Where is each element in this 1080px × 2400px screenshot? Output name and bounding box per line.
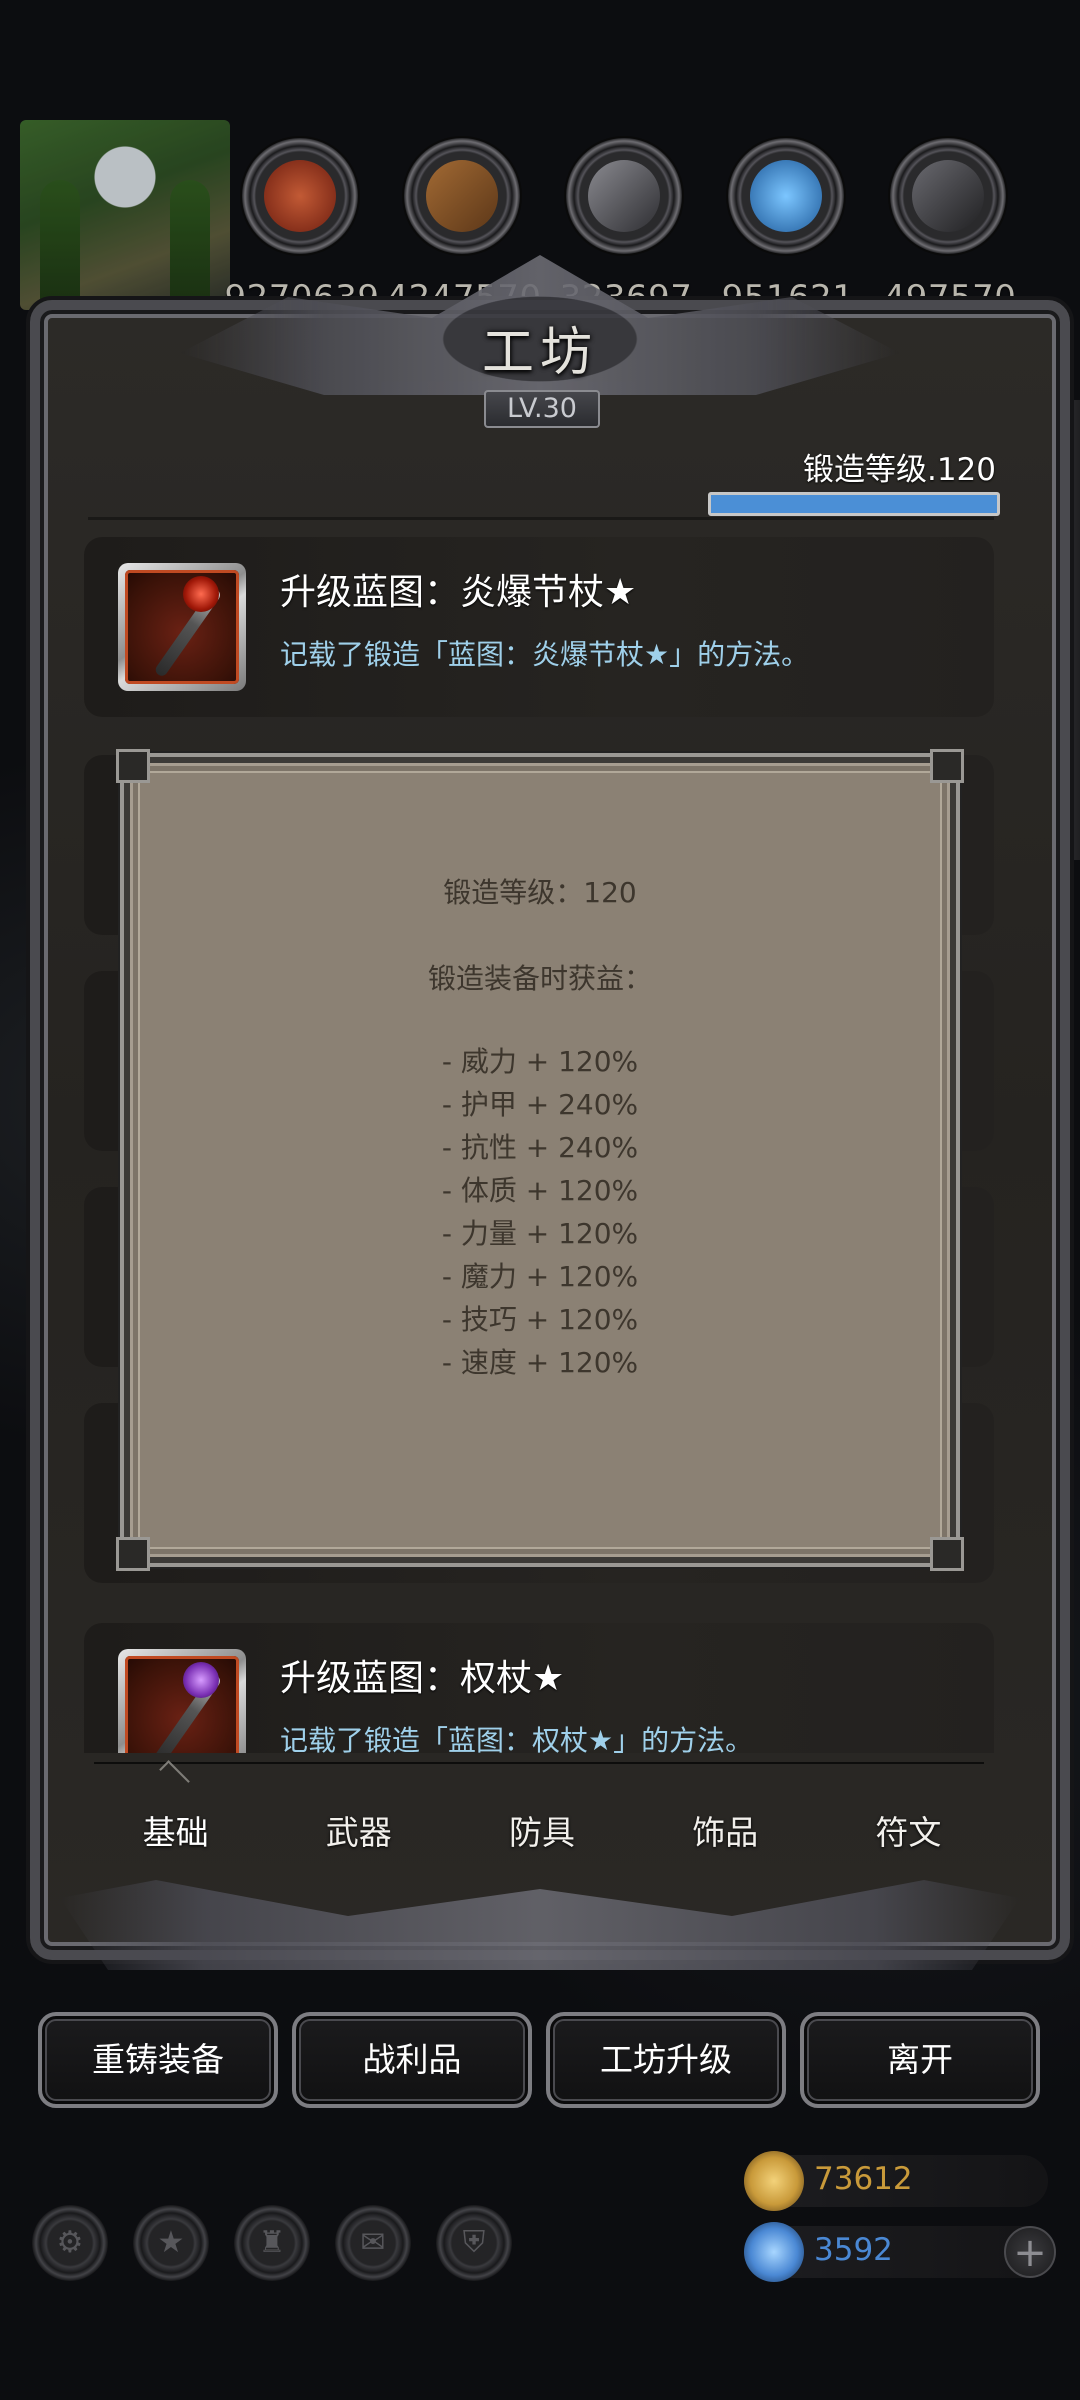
forge-level-tooltip: 锻造等级：120 锻造装备时获益： - 威力 + 120% - 护甲 + 240… [116,749,964,1571]
resource-slot-crystal: 951621 [722,138,854,318]
gem-counter: 3592 [744,2222,1048,2282]
loot-button[interactable]: 战利品 [292,2012,532,2108]
tooltip-corner [116,749,150,783]
tabs-divider [94,1762,984,1764]
tooltip-corner [116,1537,150,1571]
add-currency-button[interactable]: + [1004,2226,1056,2278]
forge-level-label: 锻造等级.120 [802,452,996,488]
divider [88,517,994,520]
tab-accessories[interactable]: 饰品 [634,1806,817,1866]
bonus-row: - 速度 + 120% [441,1346,639,1379]
iron-ingot-icon [588,160,660,232]
guild-icon[interactable]: ♜ [234,2205,310,2281]
item-description: 记载了锻造「蓝图：权杖★」的方法。 [280,1724,754,1753]
frame-ornament-bottom [60,1880,1020,1970]
leave-button[interactable]: 离开 [800,2012,1040,2108]
mail-icon[interactable]: ✉ [335,2205,411,2281]
list-item[interactable]: 升级蓝图：炎爆节杖★ 记载了锻造「蓝图：炎爆节杖★」的方法。 [84,537,994,717]
shield-icon[interactable]: ⛨ [436,2205,512,2281]
tooltip-gain-header: 锻造装备时获益： [427,962,652,995]
bonus-row: - 抗性 + 240% [441,1131,639,1164]
bonus-row: - 体质 + 120% [441,1174,639,1207]
bonus-row: - 力量 + 120% [441,1217,639,1250]
list-item[interactable]: 升级蓝图：权杖★ 记载了锻造「蓝图：权杖★」的方法。 [84,1623,994,1753]
dark-ore-icon [912,160,984,232]
item-name: 升级蓝图：权杖★ [280,1658,565,1699]
tab-armor[interactable]: 防具 [450,1806,633,1866]
forge-progress-bar [708,492,1000,516]
zone-thumbnail[interactable] [20,120,230,310]
resource-slot-ore: 497570 [884,138,1016,318]
star-icon[interactable]: ★ [133,2205,209,2281]
resource-slot-leather: 9270639 [225,138,379,318]
workshop-upgrade-button[interactable]: 工坊升级 [546,2012,786,2108]
staff-icon [118,1649,246,1753]
recast-equipment-button[interactable]: 重铸装备 [38,2012,278,2108]
tooltip-body: 锻造等级：120 锻造装备时获益： - 威力 + 120% - 护甲 + 240… [130,871,950,1384]
bonus-row: - 魔力 + 120% [441,1260,639,1293]
gold-scroll-icon [744,2151,804,2211]
forge-progress-fill [711,495,997,513]
wood-plank-icon [426,160,498,232]
blue-crystal-icon [750,160,822,232]
gold-value: 73612 [814,2161,913,2197]
workshop-level-badge: LV.30 [484,390,600,428]
bonus-row: - 威力 + 120% [441,1045,639,1078]
gem-value: 3592 [814,2232,893,2268]
category-tabs: 基础 武器 防具 饰品 符文 [84,1806,1000,1866]
palm-tree-left [40,180,80,310]
tab-weapons[interactable]: 武器 [267,1806,450,1866]
item-name: 升级蓝图：炎爆节杖★ [280,572,637,613]
action-buttons: 重铸装备 战利品 工坊升级 离开 [38,2012,1042,2108]
bonus-row: - 护甲 + 240% [441,1088,639,1121]
leather-icon [264,160,336,232]
bonus-list: - 威力 + 120% - 护甲 + 240% - 抗性 + 240% - 体质… [130,1040,950,1384]
palm-tree-right [170,180,210,310]
bonus-row: - 技巧 + 120% [441,1303,639,1336]
panel-title: 工坊 [481,323,598,383]
item-description: 记载了锻造「蓝图：炎爆节杖★」的方法。 [280,638,810,671]
tooltip-corner [930,749,964,783]
tab-basic[interactable]: 基础 [84,1806,267,1866]
tooltip-forge-level: 锻造等级：120 [443,876,637,909]
tab-runes[interactable]: 符文 [817,1806,1000,1866]
tooltip-corner [930,1537,964,1571]
gold-counter: 73612 [744,2151,1048,2211]
scepter-icon [118,563,246,691]
gem-icon [744,2222,804,2282]
settings-icon[interactable]: ⚙ [32,2205,108,2281]
